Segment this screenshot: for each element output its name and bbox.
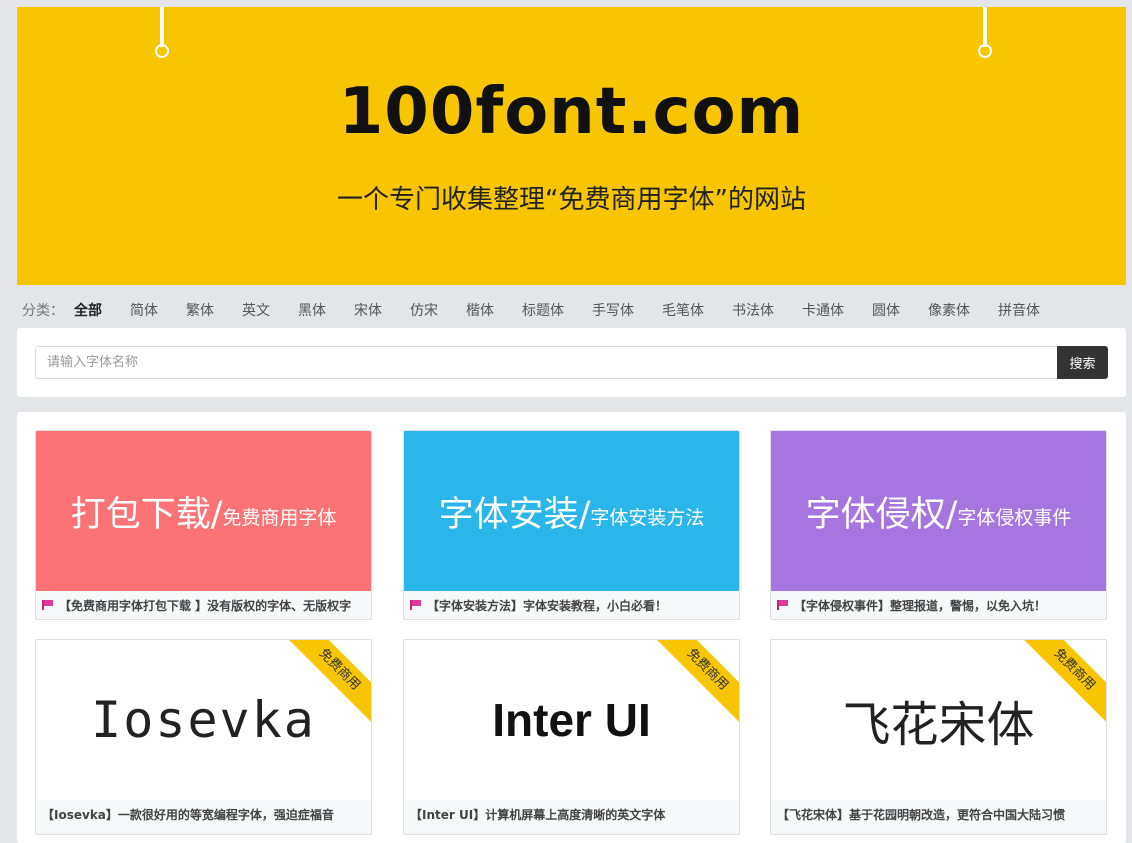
card-caption-text: 【字体安装方法】字体安装教程，小白必看！ xyxy=(427,598,668,613)
promo-card-infringement[interactable]: 字体侵权/字体侵权事件 【字体侵权事件】整理报道，警惕，以免入坑！ xyxy=(770,430,1107,620)
flag-icon xyxy=(410,600,421,610)
promo-hero-small: 字体侵权事件 xyxy=(957,506,1072,529)
font-preview: Inter UI 免费商用 xyxy=(404,640,739,800)
promo-hero-big: 打包下载/ xyxy=(70,494,223,535)
font-sample: Inter UI xyxy=(492,694,651,746)
category-item-heiti[interactable]: 黑体 xyxy=(298,300,326,320)
font-card-inter-ui[interactable]: Inter UI 免费商用 【Inter UI】计算机屏幕上高度清晰的英文字体 xyxy=(403,639,740,835)
font-card-iosevka[interactable]: Iosevka 免费商用 【Iosevka】一款很好用的等宽编程字体，强迫症福音 xyxy=(35,639,372,835)
category-item-cartoon[interactable]: 卡通体 xyxy=(802,300,844,320)
card-caption-text: 【免费商用字体打包下载 】没有版权的字体、无版权字 xyxy=(59,598,352,613)
category-item-traditional[interactable]: 繁体 xyxy=(186,300,214,320)
category-item-pinyin[interactable]: 拼音体 xyxy=(998,300,1040,320)
search-panel: 搜索 xyxy=(17,328,1126,397)
card-caption[interactable]: 【Inter UI】计算机屏幕上高度清晰的英文字体 xyxy=(404,800,739,828)
hero-banner: 100font.com 一个专门收集整理“免费商用字体”的网站 xyxy=(17,7,1126,285)
card-caption[interactable]: 【免费商用字体打包下载 】没有版权的字体、无版权字 xyxy=(36,591,371,619)
font-card-feihua-song[interactable]: 飞花宋体 免费商用 【飞花宋体】基于花园明朝改造，更符合中国大陆习惯 xyxy=(770,639,1107,835)
font-grid: 打包下载/免费商用字体 【免费商用字体打包下载 】没有版权的字体、无版权字 字体… xyxy=(17,412,1126,843)
category-item-pixel[interactable]: 像素体 xyxy=(928,300,970,320)
category-item-title[interactable]: 标题体 xyxy=(522,300,564,320)
promo-card-download[interactable]: 打包下载/免费商用字体 【免费商用字体打包下载 】没有版权的字体、无版权字 xyxy=(35,430,372,620)
card-caption[interactable]: 【字体安装方法】字体安装教程，小白必看！ xyxy=(404,591,739,619)
promo-hero-small: 字体安装方法 xyxy=(590,506,705,529)
category-item-handwriting[interactable]: 手写体 xyxy=(592,300,634,320)
category-item-calligraphy[interactable]: 书法体 xyxy=(732,300,774,320)
card-caption[interactable]: 【飞花宋体】基于花园明朝改造，更符合中国大陆习惯 xyxy=(771,800,1106,828)
site-subtitle: 一个专门收集整理“免费商用字体”的网站 xyxy=(337,185,806,215)
font-preview: 飞花宋体 免费商用 xyxy=(771,640,1106,800)
promo-hero: 打包下载/免费商用字体 xyxy=(36,431,371,591)
promo-hero: 字体侵权/字体侵权事件 xyxy=(771,431,1106,591)
font-sample: 飞花宋体 xyxy=(842,697,1035,753)
category-item-fangsong[interactable]: 仿宋 xyxy=(410,300,438,320)
flag-icon xyxy=(777,600,788,610)
site-title: 100font.com xyxy=(338,75,805,149)
font-sample: Iosevka xyxy=(91,691,316,749)
promo-hero-small: 免费商用字体 xyxy=(222,506,337,529)
promo-hero-big: 字体安装/ xyxy=(438,494,591,535)
card-caption-text: 【Iosevka】一款很好用的等宽编程字体，强迫症福音 xyxy=(42,807,334,822)
font-preview: Iosevka 免费商用 xyxy=(36,640,371,800)
category-item-simplified[interactable]: 简体 xyxy=(130,300,158,320)
search-button[interactable]: 搜索 xyxy=(1057,346,1108,379)
category-label: 分类： xyxy=(22,303,64,319)
hanging-ornament-left xyxy=(155,7,169,59)
promo-hero: 字体安装/字体安装方法 xyxy=(404,431,739,591)
card-caption-text: 【Inter UI】计算机屏幕上高度清晰的英文字体 xyxy=(410,807,666,822)
promo-card-install[interactable]: 字体安装/字体安装方法 【字体安装方法】字体安装教程，小白必看！ xyxy=(403,430,740,620)
category-item-songti[interactable]: 宋体 xyxy=(354,300,382,320)
free-commercial-ribbon: 免费商用 xyxy=(654,640,739,723)
category-item-all[interactable]: 全部 xyxy=(74,300,102,320)
category-item-english[interactable]: 英文 xyxy=(242,300,270,320)
hanging-ornament-right xyxy=(978,7,992,59)
flag-icon xyxy=(42,600,53,610)
category-item-round[interactable]: 圆体 xyxy=(872,300,900,320)
promo-hero-big: 字体侵权/ xyxy=(805,494,958,535)
category-item-kaiti[interactable]: 楷体 xyxy=(466,300,494,320)
card-caption-text: 【飞花宋体】基于花园明朝改造，更符合中国大陆习惯 xyxy=(777,807,1066,822)
category-item-brush[interactable]: 毛笔体 xyxy=(662,300,704,320)
card-caption-text: 【字体侵权事件】整理报道，警惕，以免入坑！ xyxy=(794,598,1047,613)
card-caption[interactable]: 【字体侵权事件】整理报道，警惕，以免入坑！ xyxy=(771,591,1106,619)
card-caption[interactable]: 【Iosevka】一款很好用的等宽编程字体，强迫症福音 xyxy=(36,800,371,828)
search-input[interactable] xyxy=(35,346,1057,379)
category-nav: 分类： 全部 简体 繁体 英文 黑体 宋体 仿宋 楷体 标题体 手写体 毛笔体 … xyxy=(22,299,1068,321)
